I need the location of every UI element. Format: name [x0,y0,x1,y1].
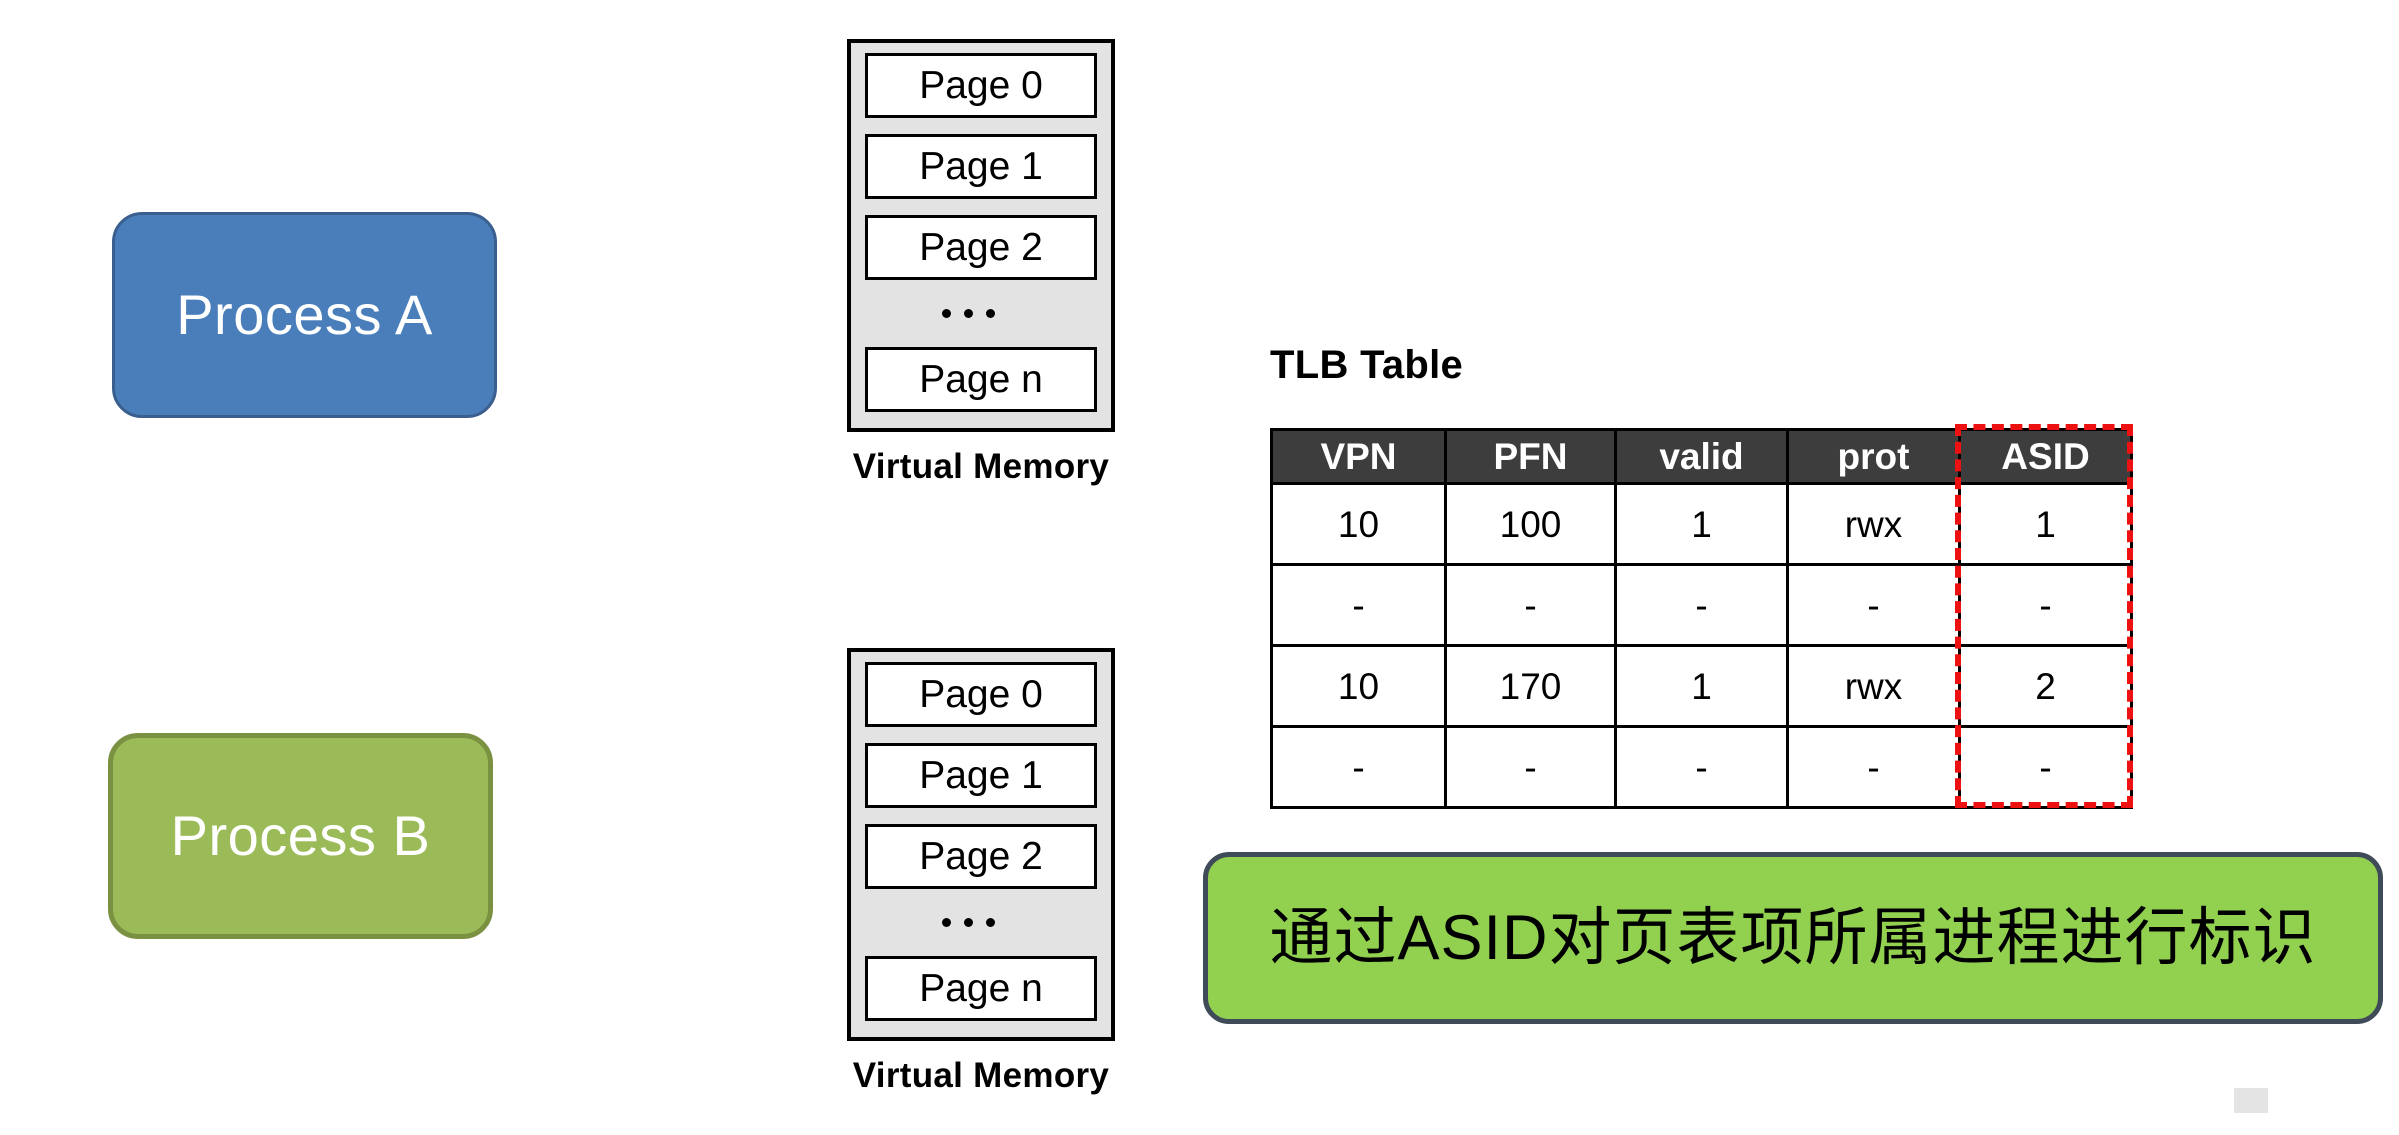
caption-banner: 通过ASID对页表项所属进程进行标识 [1203,852,2383,1024]
page-gap [865,727,1097,743]
page-block: Page n [865,347,1097,412]
ellipsis-dots-icon [941,309,995,318]
process-a-box: Process A [112,212,497,418]
cell-pfn: 100 [1444,482,1617,566]
process-b-label: Process B [170,804,431,867]
process-a-label: Process A [176,283,433,346]
ellipsis-indicator [865,280,1097,347]
page-block: Page n [865,956,1097,1021]
virtual-memory-label: Virtual Memory [852,1056,1110,1095]
cell-asid: 2 [1958,644,2133,728]
column-header-prot: prot [1786,428,1961,485]
tlb-table: VPN PFN valid prot ASID 10 100 1 rwx 1 -… [1270,428,2133,809]
cell-pfn: - [1444,563,1617,647]
cell-pfn: - [1444,725,1617,809]
virtual-memory-stack-a: Page 0 Page 1 Page 2 Page n [847,39,1115,432]
page-gap [865,808,1097,824]
page-block: Page 2 [865,215,1097,280]
process-b-box: Process B [108,733,493,939]
cell-valid: 1 [1614,482,1789,566]
table-row: 10 170 1 rwx 2 [1270,644,2133,728]
cell-vpn: 10 [1270,482,1447,566]
cell-pfn: 170 [1444,644,1617,728]
page-block: Page 1 [865,134,1097,199]
page-block: Page 2 [865,824,1097,889]
page-gap [865,199,1097,215]
column-header-valid: valid [1614,428,1789,485]
ellipsis-indicator [865,889,1097,956]
virtual-memory-stack-b: Page 0 Page 1 Page 2 Page n [847,648,1115,1041]
caption-banner-text: 通过ASID对页表项所属进程进行标识 [1269,902,2317,973]
table-row: 10 100 1 rwx 1 [1270,482,2133,566]
page-gap [865,118,1097,134]
column-header-asid: ASID [1958,428,2133,485]
cell-prot: rwx [1786,482,1961,566]
cell-asid: 1 [1958,482,2133,566]
cell-valid: 1 [1614,644,1789,728]
cell-prot: - [1786,563,1961,647]
cell-valid: - [1614,563,1789,647]
virtual-memory-group-a: Page 0 Page 1 Page 2 Page n Virtual Memo… [847,39,1115,487]
table-row: - - - - - [1270,725,2133,809]
cell-prot: - [1786,725,1961,809]
table-header-row: VPN PFN valid prot ASID [1270,428,2133,485]
page-block: Page 0 [865,662,1097,727]
cell-valid: - [1614,725,1789,809]
tlb-table-container: VPN PFN valid prot ASID 10 100 1 rwx 1 -… [1270,428,2133,809]
column-header-vpn: VPN [1270,428,1447,485]
cell-vpn: - [1270,725,1447,809]
cell-asid: - [1958,563,2133,647]
tlb-table-title: TLB Table [1270,343,1464,387]
ellipsis-dots-icon [941,918,995,927]
virtual-memory-group-b: Page 0 Page 1 Page 2 Page n Virtual Memo… [847,648,1115,1096]
page-block: Page 1 [865,743,1097,808]
column-header-pfn: PFN [1444,428,1617,485]
page-block: Page 0 [865,53,1097,118]
cell-prot: rwx [1786,644,1961,728]
virtual-memory-label: Virtual Memory [852,447,1110,486]
corner-artifact [2234,1088,2268,1113]
table-row: - - - - - [1270,563,2133,647]
cell-asid: - [1958,725,2133,809]
cell-vpn: 10 [1270,644,1447,728]
cell-vpn: - [1270,563,1447,647]
